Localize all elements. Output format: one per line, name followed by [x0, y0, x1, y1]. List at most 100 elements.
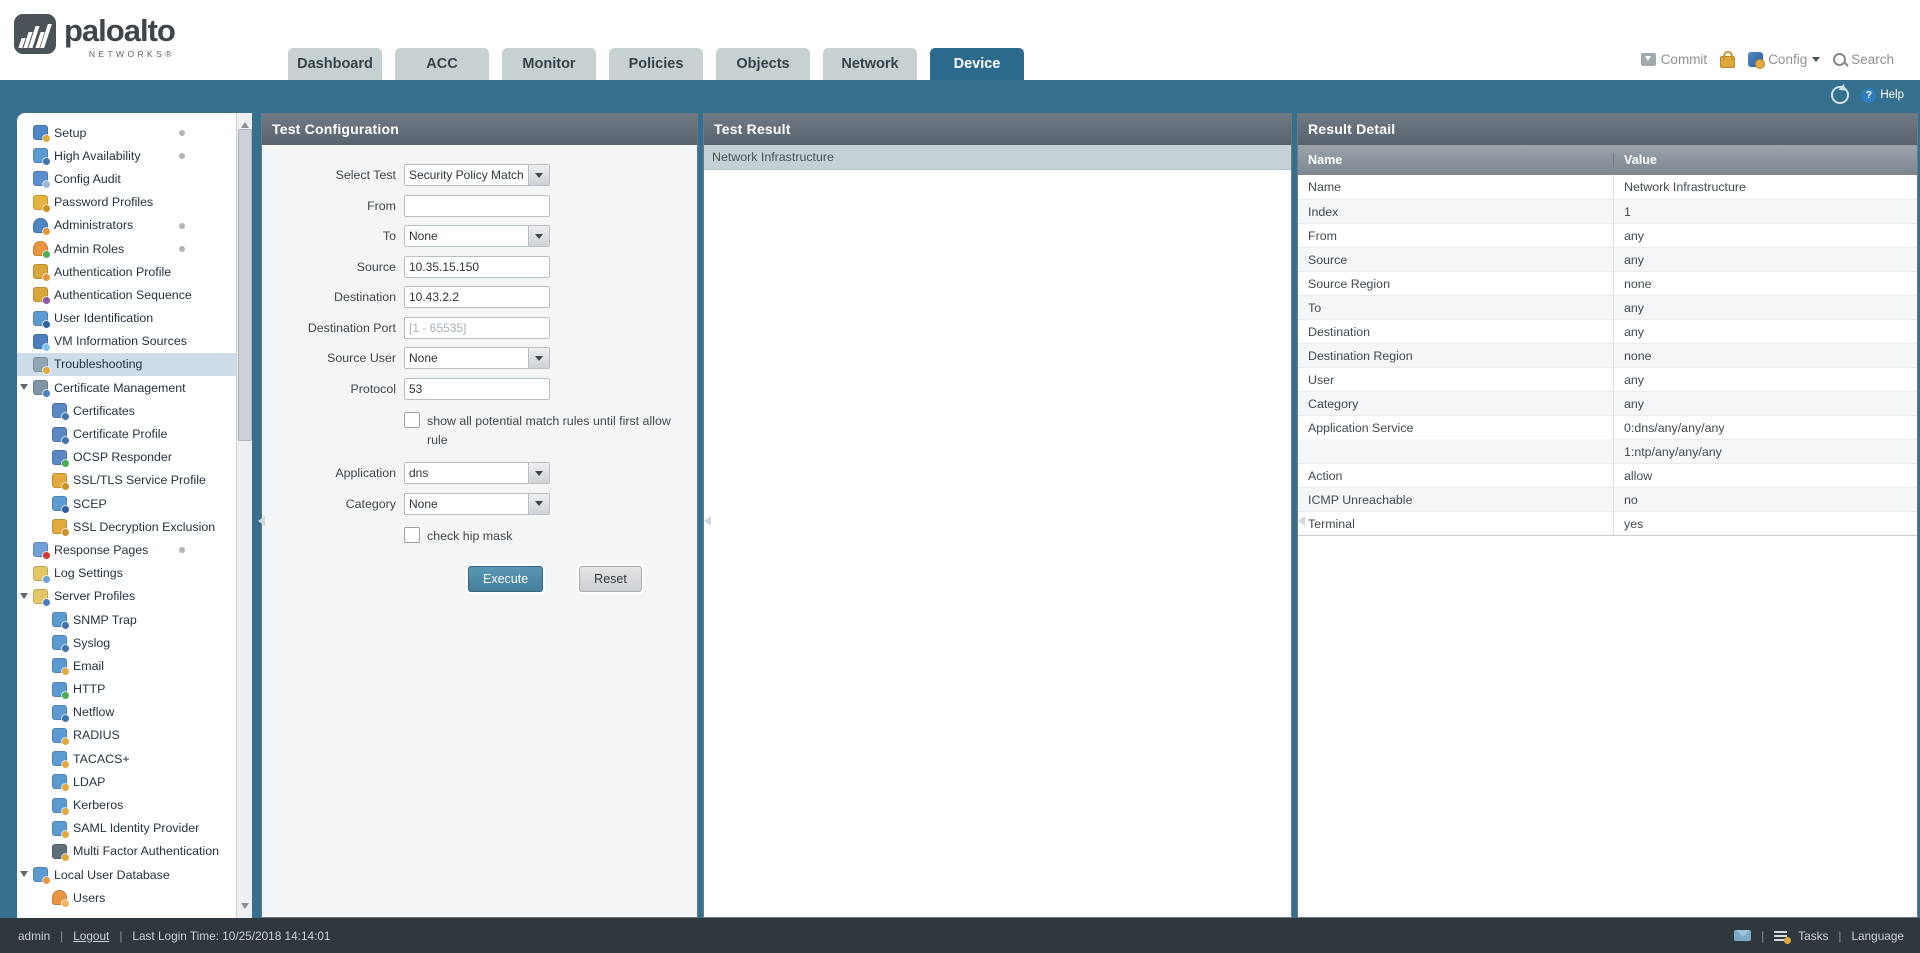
sidebar-item-high-availability[interactable]: High Availability — [17, 144, 236, 167]
sidebar-item-certificate-profile[interactable]: Certificate Profile — [17, 422, 236, 445]
input-destination[interactable]: 10.43.2.2 — [404, 286, 550, 309]
expand-arrow-icon[interactable] — [20, 592, 28, 603]
response-pages-block-icon — [33, 542, 50, 560]
sidebar-item-multi-factor-authentication[interactable]: Multi Factor Authentication — [17, 840, 236, 863]
test-result-row[interactable]: Network Infrastructure — [704, 145, 1291, 170]
sidebar-item-scep[interactable]: SCEP — [17, 492, 236, 515]
input-source[interactable]: 10.35.15.150 — [404, 255, 550, 278]
panel-title: Test Result — [704, 114, 1291, 145]
collapse-test-config-handle[interactable] — [699, 516, 711, 526]
expand-arrow-icon[interactable] — [20, 871, 28, 881]
sidebar-item-authentication-sequence[interactable]: Authentication Sequence — [17, 283, 236, 306]
sidebar-item-troubleshooting[interactable]: Troubleshooting — [17, 352, 236, 377]
dropdown-to[interactable]: None — [404, 225, 550, 248]
scroll-up-icon[interactable] — [241, 118, 249, 128]
status-dot — [179, 547, 185, 554]
help-button[interactable]: ? Help — [1861, 87, 1904, 103]
sidebar-item-vm-information-sources[interactable]: VM Information Sources — [17, 330, 236, 353]
sidebar-item-kerberos[interactable]: Kerberos — [17, 793, 236, 816]
sidebar-item-authentication-profile[interactable]: Authentication Profile — [17, 260, 236, 283]
sidebar-item-administrators[interactable]: Administrators — [17, 214, 236, 237]
dropdown-trigger-icon[interactable] — [528, 226, 549, 247]
refresh-icon[interactable] — [1831, 86, 1850, 104]
messages-envelope-icon[interactable] — [1734, 930, 1752, 941]
sidebar-item-local-user-database[interactable]: Local User Database — [17, 863, 236, 886]
sidebar-item-password-profiles[interactable]: Password Profiles — [17, 191, 236, 214]
sidebar-item-users[interactable]: Users — [17, 886, 236, 909]
checkbox-check-hip-mask[interactable] — [404, 527, 420, 543]
dropdown-application[interactable]: dns — [404, 462, 550, 485]
collapse-test-result-handle[interactable] — [1293, 516, 1305, 526]
dropdown-trigger-icon[interactable] — [528, 463, 549, 484]
dropdown-source-user[interactable]: None — [404, 347, 550, 370]
execute-button[interactable]: Execute — [468, 566, 544, 592]
sidebar-item-log-settings[interactable]: Log Settings — [17, 562, 236, 585]
tab-dashboard[interactable]: Dashboard — [288, 48, 382, 80]
separator: | — [60, 928, 64, 943]
sidebar-item-email[interactable]: Email — [17, 654, 236, 677]
server-page-icon — [52, 635, 69, 653]
sidebar-scrollbar[interactable] — [236, 113, 252, 918]
tab-monitor[interactable]: Monitor — [502, 48, 596, 80]
config-audit-icon — [33, 171, 50, 189]
sidebar-item-label: HTTP — [73, 682, 106, 697]
dropdown-trigger-icon[interactable] — [528, 348, 549, 369]
sidebar-item-label: Setup — [54, 125, 87, 140]
sidebar-item-admin-roles[interactable]: Admin Roles — [17, 237, 236, 260]
expand-arrow-icon[interactable] — [20, 384, 28, 394]
sidebar-item-label: Password Profiles — [54, 195, 154, 210]
language-link[interactable]: Language — [1852, 929, 1905, 943]
sidebar-item-response-pages[interactable]: Response Pages — [17, 538, 236, 561]
reset-button[interactable]: Reset — [579, 566, 642, 592]
logout-link[interactable]: Logout — [73, 929, 109, 943]
sidebar-item-certificate-management[interactable]: Certificate Management — [17, 376, 236, 399]
sidebar-item-saml-identity-provider[interactable]: SAML Identity Provider — [17, 817, 236, 840]
collapse-sidebar-handle[interactable] — [253, 516, 265, 526]
sidebar-item-label: Users — [73, 890, 106, 905]
sidebar-item-config-audit[interactable]: Config Audit — [17, 167, 236, 190]
input-from[interactable] — [404, 194, 550, 217]
sidebar-item-setup[interactable]: Setup — [17, 121, 236, 144]
sidebar-item-ssl-decryption-exclusion[interactable]: SSL Decryption Exclusion — [17, 515, 236, 538]
tab-policies[interactable]: Policies — [609, 48, 703, 80]
tab-network[interactable]: Network — [823, 48, 917, 80]
search-button[interactable]: Search — [1833, 52, 1894, 67]
sidebar-item-snmp-trap[interactable]: SNMP Trap — [17, 608, 236, 631]
sidebar-item-http[interactable]: HTTP — [17, 678, 236, 701]
sidebar-item-tacacs-[interactable]: TACACS+ — [17, 747, 236, 770]
sidebar-item-server-profiles[interactable]: Server Profiles — [17, 585, 236, 608]
sidebar-item-netflow[interactable]: Netflow — [17, 701, 236, 724]
dropdown-category[interactable]: None — [404, 492, 550, 515]
sidebar-item-certificates[interactable]: Certificates — [17, 399, 236, 422]
sidebar-item-ocsp-responder[interactable]: OCSP Responder — [17, 446, 236, 469]
sidebar-item-ssl-tls-service-profile[interactable]: SSL/TLS Service Profile — [17, 469, 236, 492]
sidebar-item-user-identification[interactable]: User Identification — [17, 307, 236, 330]
dropdown-trigger-icon[interactable] — [528, 493, 549, 514]
config-menu-button[interactable]: Config — [1748, 51, 1821, 69]
scrollbar-thumb[interactable] — [238, 129, 252, 441]
sidebar-item-syslog[interactable]: Syslog — [17, 631, 236, 654]
nav-tree: Setup High Availability Config Audit Passwo… — [17, 121, 236, 918]
form-row-select-test: Select Test Security Policy Match — [262, 160, 697, 191]
tasks-icon[interactable] — [1774, 930, 1792, 944]
sidebar-item-ldap[interactable]: LDAP — [17, 770, 236, 793]
setup-icon — [33, 125, 50, 143]
tab-objects[interactable]: Objects — [716, 48, 810, 80]
detail-value-cell: any — [1614, 367, 1917, 391]
commit-button[interactable]: Commit — [1640, 52, 1707, 67]
sidebar-item-label: RADIUS — [73, 728, 120, 743]
scroll-down-icon[interactable] — [241, 903, 249, 913]
sidebar-item-label: Certificates — [73, 403, 135, 418]
checkbox-show-all-potential-match-rules[interactable] — [404, 412, 420, 428]
dropdown-select-test[interactable]: Security Policy Match — [404, 164, 550, 187]
input-destination-port[interactable]: [1 - 65535] — [404, 316, 550, 339]
tab-device[interactable]: Device — [930, 48, 1024, 80]
dropdown-trigger-icon[interactable] — [528, 165, 549, 186]
sidebar-item-label: Log Settings — [54, 566, 123, 581]
tab-acc[interactable]: ACC — [395, 48, 489, 80]
sidebar-item-label: Response Pages — [54, 542, 149, 557]
tasks-link[interactable]: Tasks — [1798, 929, 1828, 943]
sidebar-item-radius[interactable]: RADIUS — [17, 724, 236, 747]
input-protocol[interactable]: 53 — [404, 377, 550, 400]
lock-icon[interactable] — [1720, 51, 1736, 68]
